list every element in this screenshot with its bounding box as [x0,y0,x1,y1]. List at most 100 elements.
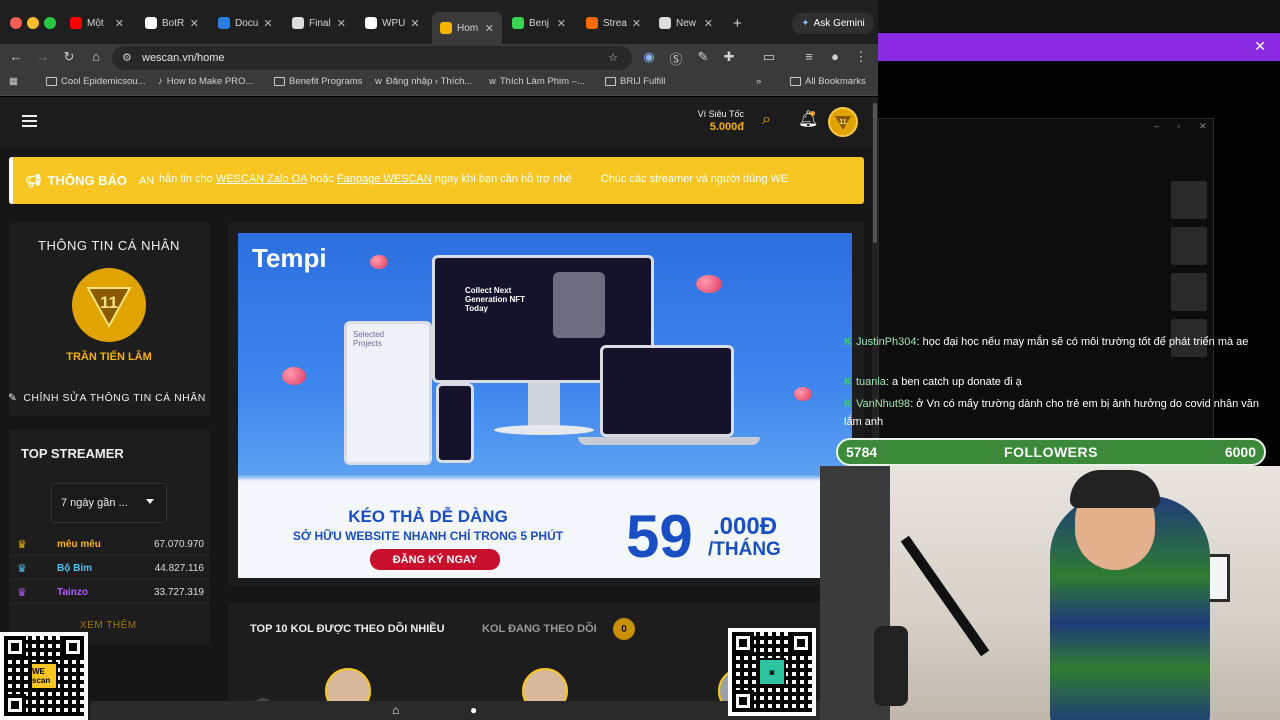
crown-icon: ♛ [17,586,27,599]
extension-s-icon[interactable]: Ⓢ [667,49,685,68]
browser-tab[interactable]: Một ✕ [62,12,132,34]
browser-tab[interactable]: New ✕ [651,12,721,34]
tab-close-icon[interactable]: ✕ [704,17,713,30]
account-nav-icon[interactable]: ● [470,703,477,717]
bookmark-item[interactable]: BRIJ Fulfill [605,76,665,87]
tab-close-icon[interactable]: ✕ [410,17,419,30]
banner-price-decimal: .000Đ [713,513,778,540]
site-header: Ví Siêu Tốc 5.000đ ⌕ 🔔︎ 11 [0,97,872,147]
chat-text: : học đại học nếu may mắn sẽ có môi trườ… [916,336,1249,348]
bookmark-item[interactable]: Benefit Programs [274,76,362,87]
more-bookmarks-button[interactable]: » [756,76,761,87]
profile-name: TRẦN TIẾN LÂM [66,351,152,363]
browser-menu-icon[interactable]: ⋮ [852,49,870,65]
tab-close-icon[interactable]: ✕ [115,17,124,30]
tab-close-icon[interactable]: ✕ [632,17,641,30]
streamer-value: 67.070.970 [153,538,204,550]
bottom-nav: ⌂ ● [90,701,830,720]
close-window-button[interactable] [10,17,22,29]
streamer-row[interactable]: ♛ Tainzo 33.727.319 [9,581,209,604]
search-icon[interactable]: ⌕ [762,111,771,129]
all-bookmarks-button[interactable]: All Bookmarks [790,76,866,87]
tab-top-kol[interactable]: TOP 10 KOL ĐƯỢC THEO DÕI NHIỀU [250,623,445,635]
thumbnail[interactable] [1171,227,1207,265]
window-close-icon[interactable]: ✕ [1199,121,1207,132]
tab-close-icon[interactable]: ✕ [557,17,566,30]
kick-icon: K [844,376,852,388]
apps-grid-icon[interactable]: ▦ [9,76,18,87]
bookmark-item[interactable]: Cool Epidemicsou... [46,76,145,87]
thumbnail[interactable] [1171,181,1207,219]
ask-gemini-button[interactable]: ✦ Ask Gemini [792,13,874,34]
following-count-badge: 0 [613,618,635,640]
fanpage-link[interactable]: Fanpage WESCAN [337,173,432,185]
browser-tab[interactable]: Benj ✕ [504,12,574,34]
chat-message: K VanNhut98: ở Vn có mấy trường dành cho … [844,395,1274,431]
window-minimize-icon[interactable]: – [1154,121,1159,131]
browser-tab[interactable]: Docu ✕ [210,12,280,34]
bookmark-star-icon[interactable]: ☆ [608,46,618,70]
wallet-label: Ví Siêu Tốc [697,109,744,119]
reload-icon[interactable]: ↻ [60,49,78,65]
tab-favicon-icon [292,17,304,29]
zalo-oa-link[interactable]: WESCAN Zalo OA [216,173,307,185]
banner-container: Tempi Collect Next Generation NFT Today … [228,223,864,585]
bookmark-item[interactable]: ᴡ Thích Làm Phim –... [489,76,585,87]
tab-close-icon[interactable]: ✕ [337,17,346,30]
rank-emblem-icon: 11 [835,116,851,130]
see-more-link[interactable]: XEM THÊM [80,620,137,631]
browser-tab[interactable]: Strea ✕ [578,12,648,34]
browser-tab[interactable]: BotR ✕ [137,12,207,34]
streamer-value: 33.727.319 [153,586,204,598]
chat-username: VanNhut98 [855,398,911,410]
tab-close-icon[interactable]: ✕ [190,17,199,30]
tab-following-kol[interactable]: KOL ĐANG THEO DÕI [482,623,597,635]
browser-tab[interactable]: Hom ✕ [432,12,502,44]
tab-search-icon[interactable]: ▭ [760,49,778,65]
folder-icon [274,77,285,86]
notification-bell-icon[interactable]: 🔔︎ [798,109,818,129]
tab-close-icon[interactable]: ✕ [263,17,272,30]
folder-icon [790,77,801,86]
site-info-icon[interactable]: ⚙ [122,46,132,70]
minimize-window-button[interactable] [27,17,39,29]
register-now-button[interactable]: ĐĂNG KÝ NGAY [370,549,500,570]
new-tab-button[interactable]: + [725,12,750,34]
monitor-base [494,425,594,435]
edit-profile-button[interactable]: ✎ CHỈNH SỬA THÔNG TIN CÁ NHÂN [0,387,215,409]
scrollbar-thumb[interactable] [873,103,877,243]
followers-label: FOLLOWERS [1004,444,1098,460]
bookmark-item[interactable]: ♪ How to Make PRO... [158,76,253,87]
browser-tab[interactable]: WPU ✕ [357,12,427,34]
streamer-row[interactable]: ♛ Bộ Bim 44.827.116 [9,557,209,580]
notice-ticker: Nhắn tin cho WESCAN Zalo OA hoặc Fanpage… [151,173,789,185]
chat-message: K JustinPh304: học đại học nếu may mắn sẽ… [844,333,1274,351]
streamer-row[interactable]: ♛ mêu mêu 67.070.970 [9,533,209,556]
thumbnail[interactable] [1171,273,1207,311]
close-icon[interactable]: ✕ [1254,38,1266,55]
period-select[interactable]: 7 ngày gần ... [51,483,167,523]
tab-favicon-icon [659,17,671,29]
home-nav-icon[interactable]: ⌂ [392,703,399,717]
ask-gemini-label: Ask Gemini [813,18,865,29]
forward-icon[interactable]: → [34,49,52,64]
hamburger-menu-icon[interactable] [22,115,37,127]
tab-close-icon[interactable]: ✕ [485,22,494,35]
extensions-puzzle-icon[interactable]: ✚ [720,49,738,65]
window-maximize-icon[interactable]: ▫ [1177,121,1180,131]
wallet[interactable]: Ví Siêu Tốc 5.000đ [688,109,744,133]
extension-feather-icon[interactable]: ✎ [694,49,712,65]
zoom-window-button[interactable] [44,17,56,29]
home-icon[interactable]: ⌂ [87,49,105,64]
browser-tab[interactable]: Final ✕ [284,12,354,34]
user-avatar-badge[interactable]: 11 [828,107,858,137]
media-controls-icon[interactable]: ≡ [800,49,818,64]
profile-icon[interactable]: ● [826,49,844,64]
back-icon[interactable]: ← [7,49,25,64]
folder-icon [46,77,57,86]
extension-wave-icon[interactable]: ◉ [640,49,658,65]
address-bar[interactable]: ⚙ wescan.vn/home ☆ [112,46,632,70]
bookmark-item[interactable]: ᴡ Đăng nhập ‹ Thích... [375,76,472,87]
tiktok-icon: ♪ [158,76,163,87]
promo-banner[interactable]: Tempi Collect Next Generation NFT Today … [238,233,852,578]
